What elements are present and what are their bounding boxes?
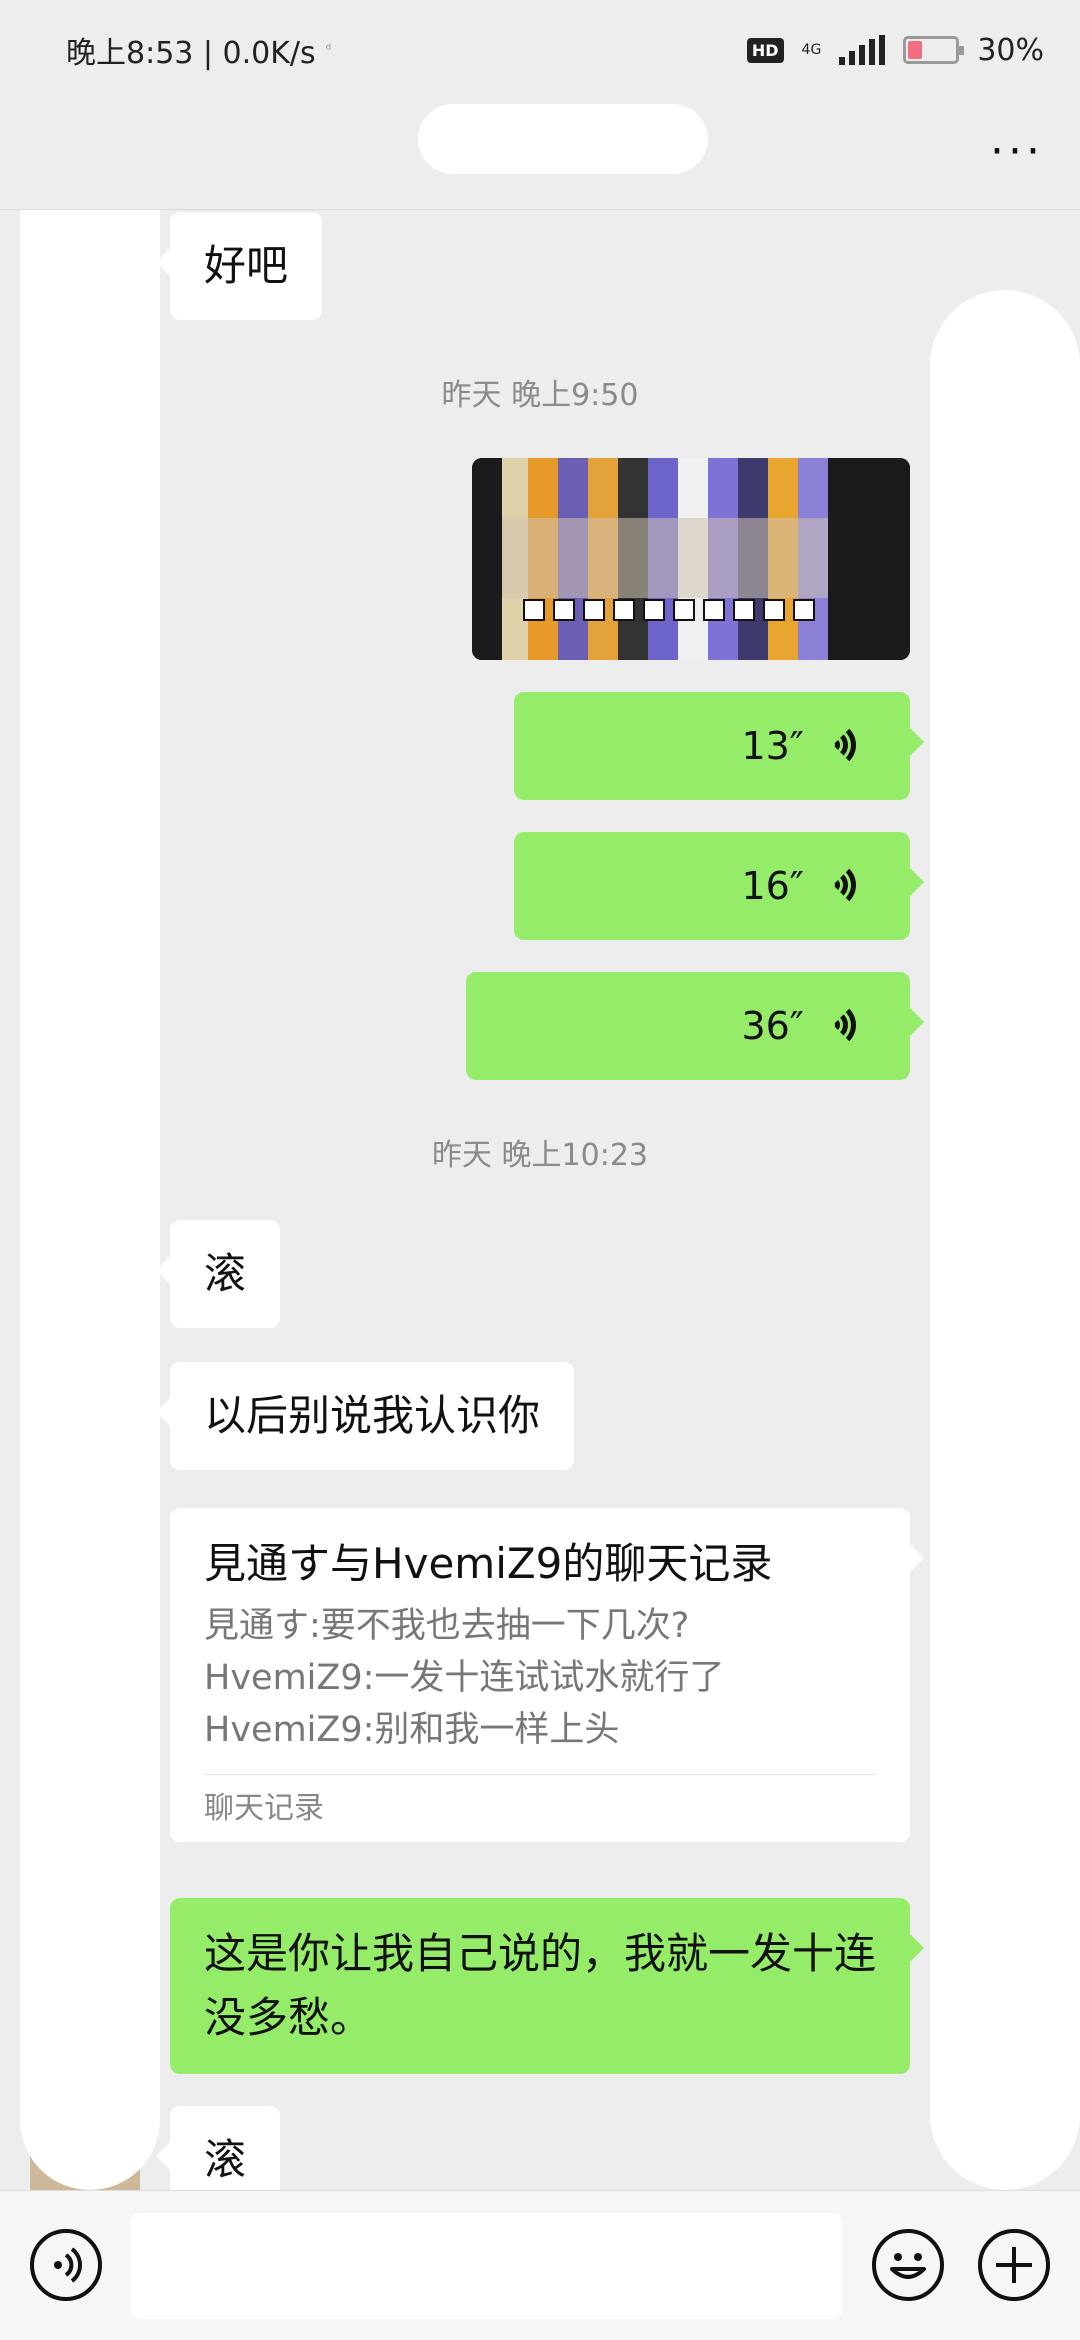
- input-bar: [0, 2190, 1080, 2340]
- voice-wave-icon: [822, 1002, 862, 1050]
- voice-message[interactable]: 16″: [514, 832, 924, 940]
- status-time: 晚上8:53 | 0.0K/s: [66, 36, 316, 71]
- status-bar: 晚上8:53 | 0.0K/s ᵈ HD 4G 30%: [0, 0, 1080, 100]
- battery-fill: [908, 41, 923, 59]
- voice-wave-icon: [822, 862, 862, 910]
- battery-percent: 30%: [977, 32, 1044, 68]
- voice-duration: 36″: [741, 1004, 804, 1048]
- message-bubble-incoming[interactable]: 滚: [155, 2106, 281, 2190]
- voice-input-icon[interactable]: [30, 2229, 102, 2301]
- redacted-title: [418, 104, 708, 174]
- signal-icon: [839, 35, 886, 65]
- chat-record-footer: 聊天记录: [204, 1774, 876, 1842]
- chat-record-title: 見通す与HvemiZ9的聊天记录: [204, 1539, 773, 1588]
- network-type: 4G: [801, 42, 822, 58]
- voice-duration: 16″: [741, 864, 804, 908]
- plus-glyph: [996, 2247, 1032, 2283]
- message-text: 这是你让我自己说的，我就一发十连没多愁。: [204, 1929, 877, 2042]
- chat-record-line: HvemiZ9:别和我一样上头: [204, 1710, 620, 1750]
- chat-area[interactable]: 好吧 昨天 晚上9:50 13″ 16″ 36″ 昨天 晚上10:23 滚 以后…: [0, 210, 1080, 2190]
- voice-duration: 13″: [741, 724, 804, 768]
- voice-input-glyph: [54, 2247, 82, 2283]
- timestamp: 昨天 晚上10:23: [432, 1138, 648, 1173]
- chat-header: ···: [0, 100, 1080, 210]
- plus-icon[interactable]: [978, 2229, 1050, 2301]
- status-indicator: ᵈ: [325, 42, 332, 58]
- message-bubble-outgoing[interactable]: 这是你让我自己说的，我就一发十连没多愁。: [170, 1898, 924, 2074]
- battery-icon: [903, 36, 965, 64]
- redaction-mark: [20, 210, 160, 2190]
- chat-record-line: HvemiZ9:一发十连试试水就行了: [204, 1658, 725, 1698]
- redaction-mark: [930, 290, 1080, 2190]
- message-text: 好吧: [204, 241, 289, 290]
- message-text: 滚: [204, 2135, 247, 2184]
- more-icon[interactable]: ···: [990, 130, 1044, 174]
- hd-icon: HD: [746, 37, 784, 63]
- emoji-glyph: [890, 2253, 926, 2279]
- message-bubble-incoming[interactable]: 滚: [155, 1220, 281, 1328]
- timestamp: 昨天 晚上9:50: [441, 378, 639, 413]
- voice-message[interactable]: 36″: [466, 972, 924, 1080]
- message-text: 以后别说我认识你: [204, 1391, 541, 1440]
- voice-wave-icon: [822, 722, 862, 770]
- message-text: 滚: [204, 1249, 247, 1298]
- image-message[interactable]: [472, 458, 910, 660]
- emoji-icon[interactable]: [872, 2229, 944, 2301]
- chat-record-card[interactable]: 見通す与HvemiZ9的聊天记录 見通す:要不我也去抽一下几次? HvemiZ9…: [170, 1508, 924, 1842]
- message-bubble-incoming[interactable]: 以后别说我认识你: [155, 1362, 575, 1470]
- message-bubble-incoming[interactable]: 好吧: [155, 212, 323, 320]
- image-thumbnail: [472, 458, 910, 660]
- voice-message[interactable]: 13″: [514, 692, 924, 800]
- chat-record-line: 見通す:要不我也去抽一下几次?: [204, 1606, 690, 1646]
- message-input[interactable]: [130, 2213, 842, 2319]
